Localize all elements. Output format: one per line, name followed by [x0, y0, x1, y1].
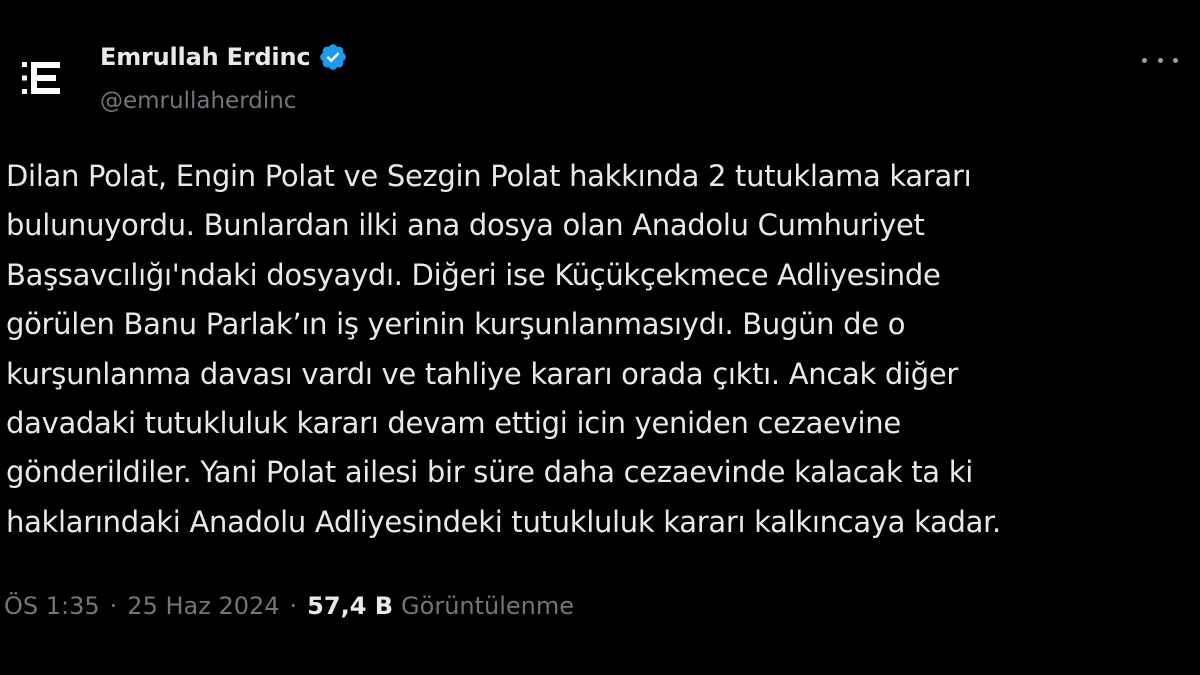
more-dot: [1173, 57, 1178, 63]
author-name-row: Emrullah Erdinc: [100, 42, 348, 72]
views-count: 57,4 B: [307, 592, 394, 620]
more-horizontal-icon[interactable]: [1142, 50, 1178, 70]
tweet-text: Dilan Polat, Engin Polat ve Sezgin Polat…: [6, 159, 1001, 539]
views-label: Görüntülenme: [401, 592, 575, 620]
more-dot: [1157, 57, 1163, 63]
e-logo-icon: [22, 62, 60, 94]
verified-badge-icon: [320, 44, 347, 70]
avatar[interactable]: [20, 56, 64, 100]
more-dot: [1142, 57, 1147, 63]
author-display-name[interactable]: Emrullah Erdinc: [100, 43, 311, 71]
tweet-card: Emrullah Erdinc @emrullaherdinc Dilan Po…: [0, 0, 1200, 675]
tweet-date[interactable]: 25 Haz 2024: [127, 592, 279, 620]
meta-separator: ·: [109, 592, 118, 620]
tweet-meta: ÖS 1:35 · 25 Haz 2024 · 57,4 B Görüntüle…: [4, 592, 574, 620]
tweet-time[interactable]: ÖS 1:35: [4, 592, 100, 620]
meta-separator: ·: [289, 592, 298, 620]
author-handle[interactable]: @emrullaherdinc: [100, 88, 296, 114]
